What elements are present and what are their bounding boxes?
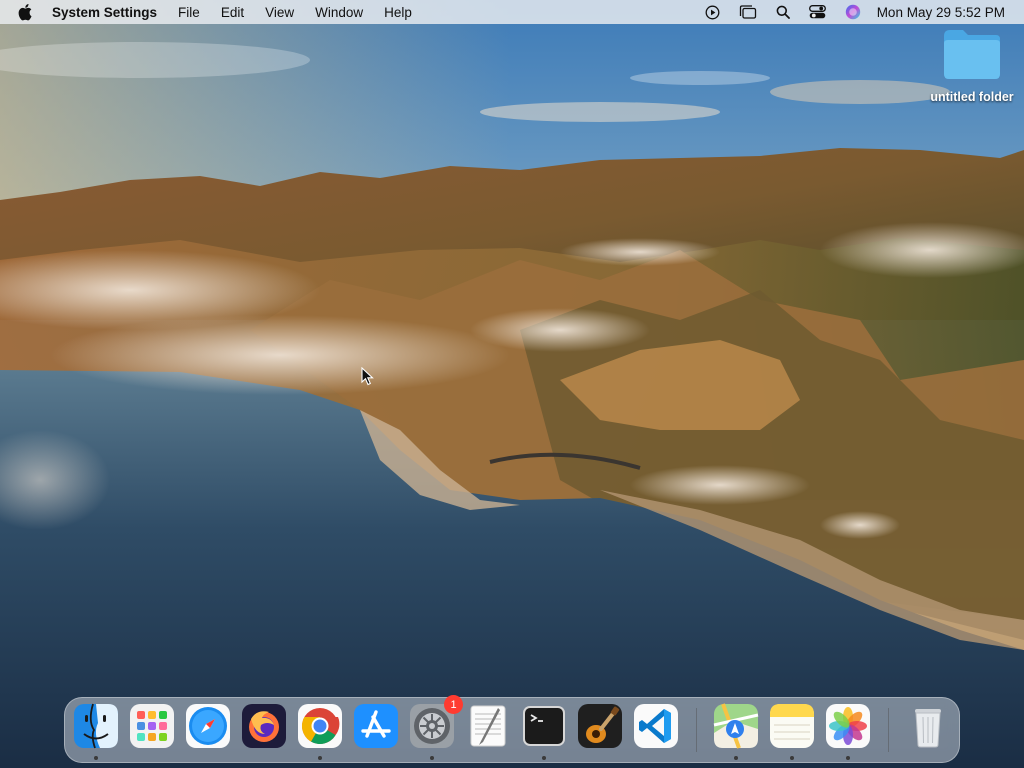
dock-firefox-icon[interactable] [241,703,287,749]
spotlight-search-icon[interactable] [773,4,793,20]
notification-badge: 1 [444,695,463,714]
stage-manager-icon[interactable] [738,4,758,20]
menu-help[interactable]: Help [384,5,412,20]
dock-launchpad-icon[interactable] [129,703,175,749]
menu-app-name[interactable]: System Settings [52,5,157,20]
dock-divider [888,708,889,752]
dock-trash-icon[interactable] [905,703,951,749]
menu-bar: System Settings File Edit View Window He… [0,0,1024,24]
dock-garageband-icon[interactable] [577,703,623,749]
menu-bar-clock[interactable]: Mon May 29 5:52 PM [877,5,1005,20]
apple-menu-icon[interactable] [18,3,36,21]
dock-chrome-icon[interactable] [297,703,343,749]
control-center-icon[interactable] [808,4,828,20]
dock-app-store-icon[interactable] [353,703,399,749]
desktop-folder-label: untitled folder [930,90,1014,104]
mouse-cursor-icon [361,366,374,386]
dock-safari-icon[interactable] [185,703,231,749]
running-indicator [318,756,322,760]
dock-photos-icon[interactable] [825,703,871,749]
dock-vscode-icon[interactable] [633,703,679,749]
menu-view[interactable]: View [265,5,294,20]
dock-textedit-icon[interactable] [465,703,511,749]
running-indicator [734,756,738,760]
running-indicator [790,756,794,760]
menu-edit[interactable]: Edit [221,5,244,20]
dock-system-settings-icon[interactable]: 1 [409,695,463,749]
desktop-wallpaper [0,0,1024,768]
menu-file[interactable]: File [178,5,200,20]
folder-icon [941,26,1003,82]
siri-icon[interactable] [843,4,863,20]
desktop-folder[interactable]: untitled folder [924,26,1020,104]
running-indicator [94,756,98,760]
running-indicator [430,756,434,760]
screen-record-icon[interactable] [703,4,723,20]
dock-divider [696,708,697,752]
dock-terminal-icon[interactable] [521,703,567,749]
dock-notes-icon[interactable] [769,703,815,749]
running-indicator [846,756,850,760]
dock: 1 [64,695,960,763]
dock-maps-icon[interactable] [713,703,759,749]
dock-finder-icon[interactable] [73,703,119,749]
menu-window[interactable]: Window [315,5,363,20]
running-indicator [542,756,546,760]
